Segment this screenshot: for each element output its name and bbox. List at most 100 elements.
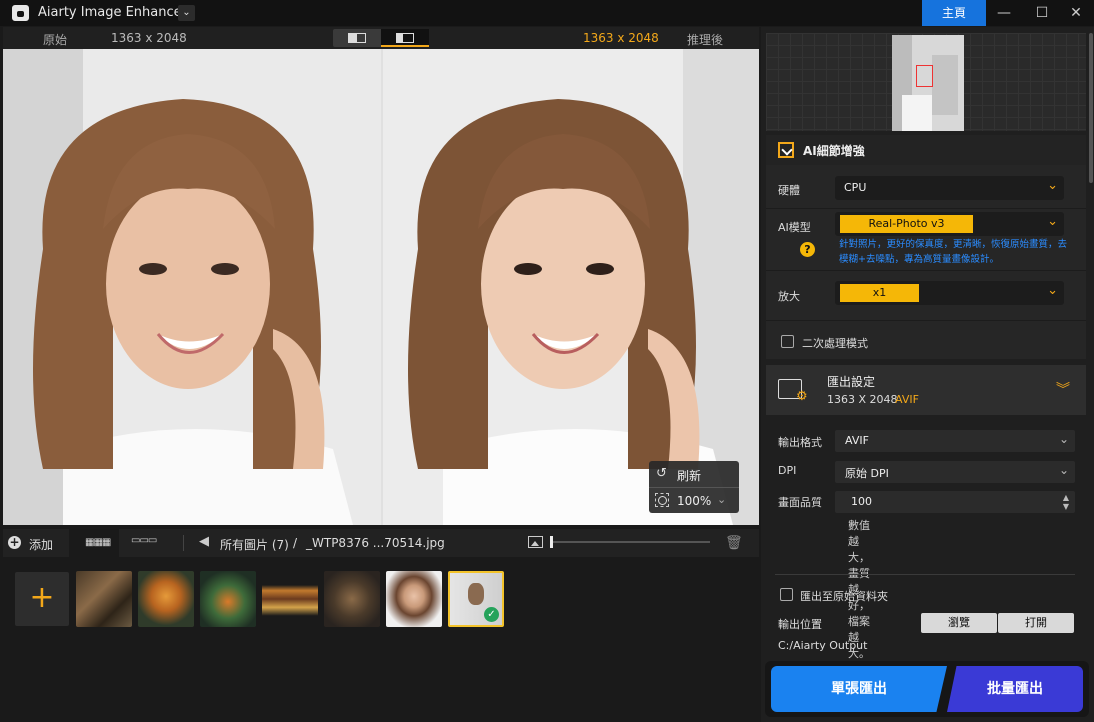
single-export-button[interactable]: 單張匯出 bbox=[771, 666, 947, 712]
browse-button[interactable]: 瀏覽 bbox=[921, 613, 997, 633]
ai-model-description: 針對照片，更好的保真度，更清晰，恢復原始畫質，去模糊+去噪點，專為高質量畫像設計… bbox=[839, 239, 1068, 265]
chevron-down-icon: ⌄ bbox=[1058, 432, 1069, 446]
grid-icon: ▦▦▦ bbox=[85, 537, 111, 548]
divider bbox=[766, 320, 1086, 321]
chevron-down-icon: ⌄ bbox=[1047, 178, 1058, 193]
output-location-label: 輸出位置 bbox=[778, 618, 822, 631]
batch-export-button[interactable]: 批量匯出 bbox=[947, 666, 1083, 712]
side-by-side-button[interactable] bbox=[381, 29, 429, 47]
result-resolution: 1363 x 2048 bbox=[583, 31, 659, 45]
dpi-label: DPI bbox=[778, 464, 797, 477]
minimize-icon[interactable]: — bbox=[986, 0, 1022, 26]
ai-model-value: Real-Photo v3 bbox=[840, 215, 973, 233]
scale-select[interactable]: x1 ⌄ bbox=[835, 281, 1064, 305]
image-preview[interactable]: ↺ 刷新 100% ⌄ bbox=[3, 49, 759, 525]
navigator[interactable] bbox=[766, 33, 1086, 131]
settings-panel: AI細節增強 硬體 CPU ⌄ AI模型 Real-Photo v3 ⌄ ? 針… bbox=[761, 27, 1094, 722]
divider bbox=[766, 270, 1086, 271]
hardware-label: 硬體 bbox=[778, 184, 800, 197]
scale-label: 放大 bbox=[778, 290, 800, 303]
export-title: 匯出設定 bbox=[827, 375, 876, 389]
ai-enhance-header[interactable]: AI細節增強 bbox=[766, 135, 1086, 165]
add-button[interactable]: 添加 bbox=[29, 536, 53, 553]
title-bar: Aiarty Image Enhancer ⌄ 主頁 — ☐ ✕ bbox=[0, 0, 1094, 26]
view-mode-toggle bbox=[333, 29, 429, 47]
split-view-icon bbox=[348, 33, 366, 43]
all-images-link[interactable]: 所有圖片 (7) bbox=[220, 536, 289, 553]
refresh-label: 刷新 bbox=[677, 469, 702, 483]
zoom-select[interactable]: 100% ⌄ bbox=[649, 487, 739, 513]
ai-enhance-body: 硬體 CPU ⌄ AI模型 Real-Photo v3 ⌄ ? 針對照片，更好的… bbox=[766, 165, 1086, 359]
chevron-down-icon: ⌄ bbox=[1058, 463, 1069, 477]
export-buttons: 單張匯出 批量匯出 bbox=[765, 661, 1089, 717]
divider bbox=[183, 535, 184, 551]
dpi-select[interactable]: 原始 DPI ⌄ bbox=[835, 461, 1075, 483]
output-path: C:/Aiarty Output bbox=[778, 639, 868, 652]
thumbnail-portrait-woman[interactable] bbox=[386, 571, 442, 627]
refresh-icon: ↺ bbox=[656, 466, 667, 481]
slider-handle[interactable] bbox=[550, 536, 553, 548]
close-icon[interactable]: ✕ bbox=[1058, 0, 1094, 26]
quality-value: 100 bbox=[851, 495, 872, 508]
refresh-button[interactable]: ↺ 刷新 bbox=[649, 461, 739, 487]
export-settings-header[interactable]: ⚙ 匯出設定 1363 X 2048 AVIF ︾ bbox=[766, 365, 1086, 415]
settings-scrollbar[interactable] bbox=[1089, 33, 1093, 183]
thumbnail-plant[interactable] bbox=[200, 571, 256, 627]
format-select[interactable]: AVIF ⌄ bbox=[835, 430, 1075, 452]
maximize-icon[interactable]: ☐ bbox=[1024, 0, 1060, 26]
after-label: 推理後 bbox=[687, 33, 724, 47]
home-button[interactable]: 主頁 bbox=[922, 0, 986, 26]
quality-label: 畫面品質 bbox=[778, 496, 822, 509]
divider bbox=[766, 208, 1086, 209]
collapse-chevron-icon[interactable]: ︾ bbox=[1056, 379, 1070, 399]
second-pass-checkbox[interactable] bbox=[781, 335, 794, 348]
add-image-tile[interactable]: + bbox=[15, 572, 69, 626]
add-icon[interactable]: + bbox=[8, 536, 21, 549]
thumbnail-butterfly[interactable] bbox=[76, 571, 132, 627]
gear-icon: ⚙ bbox=[796, 389, 808, 404]
breadcrumb-separator: / bbox=[293, 536, 298, 550]
side-by-side-icon bbox=[396, 33, 414, 43]
thumbnail-dog[interactable] bbox=[324, 571, 380, 627]
hardware-select[interactable]: CPU ⌄ bbox=[835, 176, 1064, 200]
format-label: 輸出格式 bbox=[778, 436, 822, 449]
strip-view-icon[interactable]: ▭▭▭ bbox=[131, 535, 157, 546]
grid-view-button[interactable]: ▦▦▦ bbox=[69, 529, 119, 557]
app-menu-chevron-icon[interactable]: ⌄ bbox=[178, 5, 195, 21]
thumbnail-figure bbox=[468, 583, 484, 605]
format-value: AVIF bbox=[845, 434, 869, 447]
zoom-icon bbox=[655, 493, 669, 507]
original-photo bbox=[3, 49, 381, 525]
quality-stepper[interactable]: 100 ▲ ▼ bbox=[835, 491, 1075, 513]
back-arrow-icon[interactable]: ◀ bbox=[199, 534, 209, 549]
divider bbox=[775, 574, 1075, 575]
check-icon: ✓ bbox=[484, 607, 499, 622]
thumbnail-size-slider[interactable] bbox=[550, 541, 710, 543]
thumbnail-current-photo[interactable]: ✓ bbox=[448, 571, 504, 627]
original-resolution: 1363 x 2048 bbox=[111, 31, 187, 45]
save-to-original-checkbox[interactable] bbox=[780, 588, 793, 601]
ai-model-select[interactable]: Real-Photo v3 ⌄ bbox=[835, 212, 1064, 236]
scale-value: x1 bbox=[840, 284, 919, 302]
trash-icon[interactable]: 🗑 bbox=[725, 535, 743, 551]
current-filename: _WTP8376 ...70514.jpg bbox=[306, 536, 445, 550]
export-format-badge: AVIF bbox=[895, 393, 919, 406]
single-view-button[interactable] bbox=[333, 29, 381, 47]
help-icon[interactable]: ? bbox=[800, 242, 815, 257]
zoom-panel: ↺ 刷新 100% ⌄ bbox=[649, 461, 739, 513]
enhanced-photo bbox=[383, 49, 759, 525]
viewport-box[interactable] bbox=[916, 65, 933, 87]
ai-enhance-title: AI細節增強 bbox=[803, 144, 865, 158]
thumbnail-burger[interactable] bbox=[262, 571, 318, 627]
dpi-value: 原始 DPI bbox=[845, 467, 889, 480]
ai-enhance-icon bbox=[778, 142, 794, 158]
hardware-value: CPU bbox=[844, 181, 867, 194]
gallery-toolbar: + 添加 ▦▦▦ ▭▭▭ ◀ 所有圖片 (7) / _WTP8376 ...70… bbox=[3, 529, 759, 557]
thumbnail-size-icon bbox=[528, 536, 543, 548]
stepper-arrows-icon[interactable]: ▲ ▼ bbox=[1063, 493, 1069, 511]
open-folder-button[interactable]: 打開 bbox=[998, 613, 1074, 633]
chevron-down-icon: ⌄ bbox=[1047, 214, 1058, 229]
compare-bar: 原始 1363 x 2048 1363 x 2048 推理後 bbox=[3, 27, 759, 49]
chevron-down-icon: ⌄ bbox=[1047, 283, 1058, 298]
thumbnail-tiger[interactable] bbox=[138, 571, 194, 627]
